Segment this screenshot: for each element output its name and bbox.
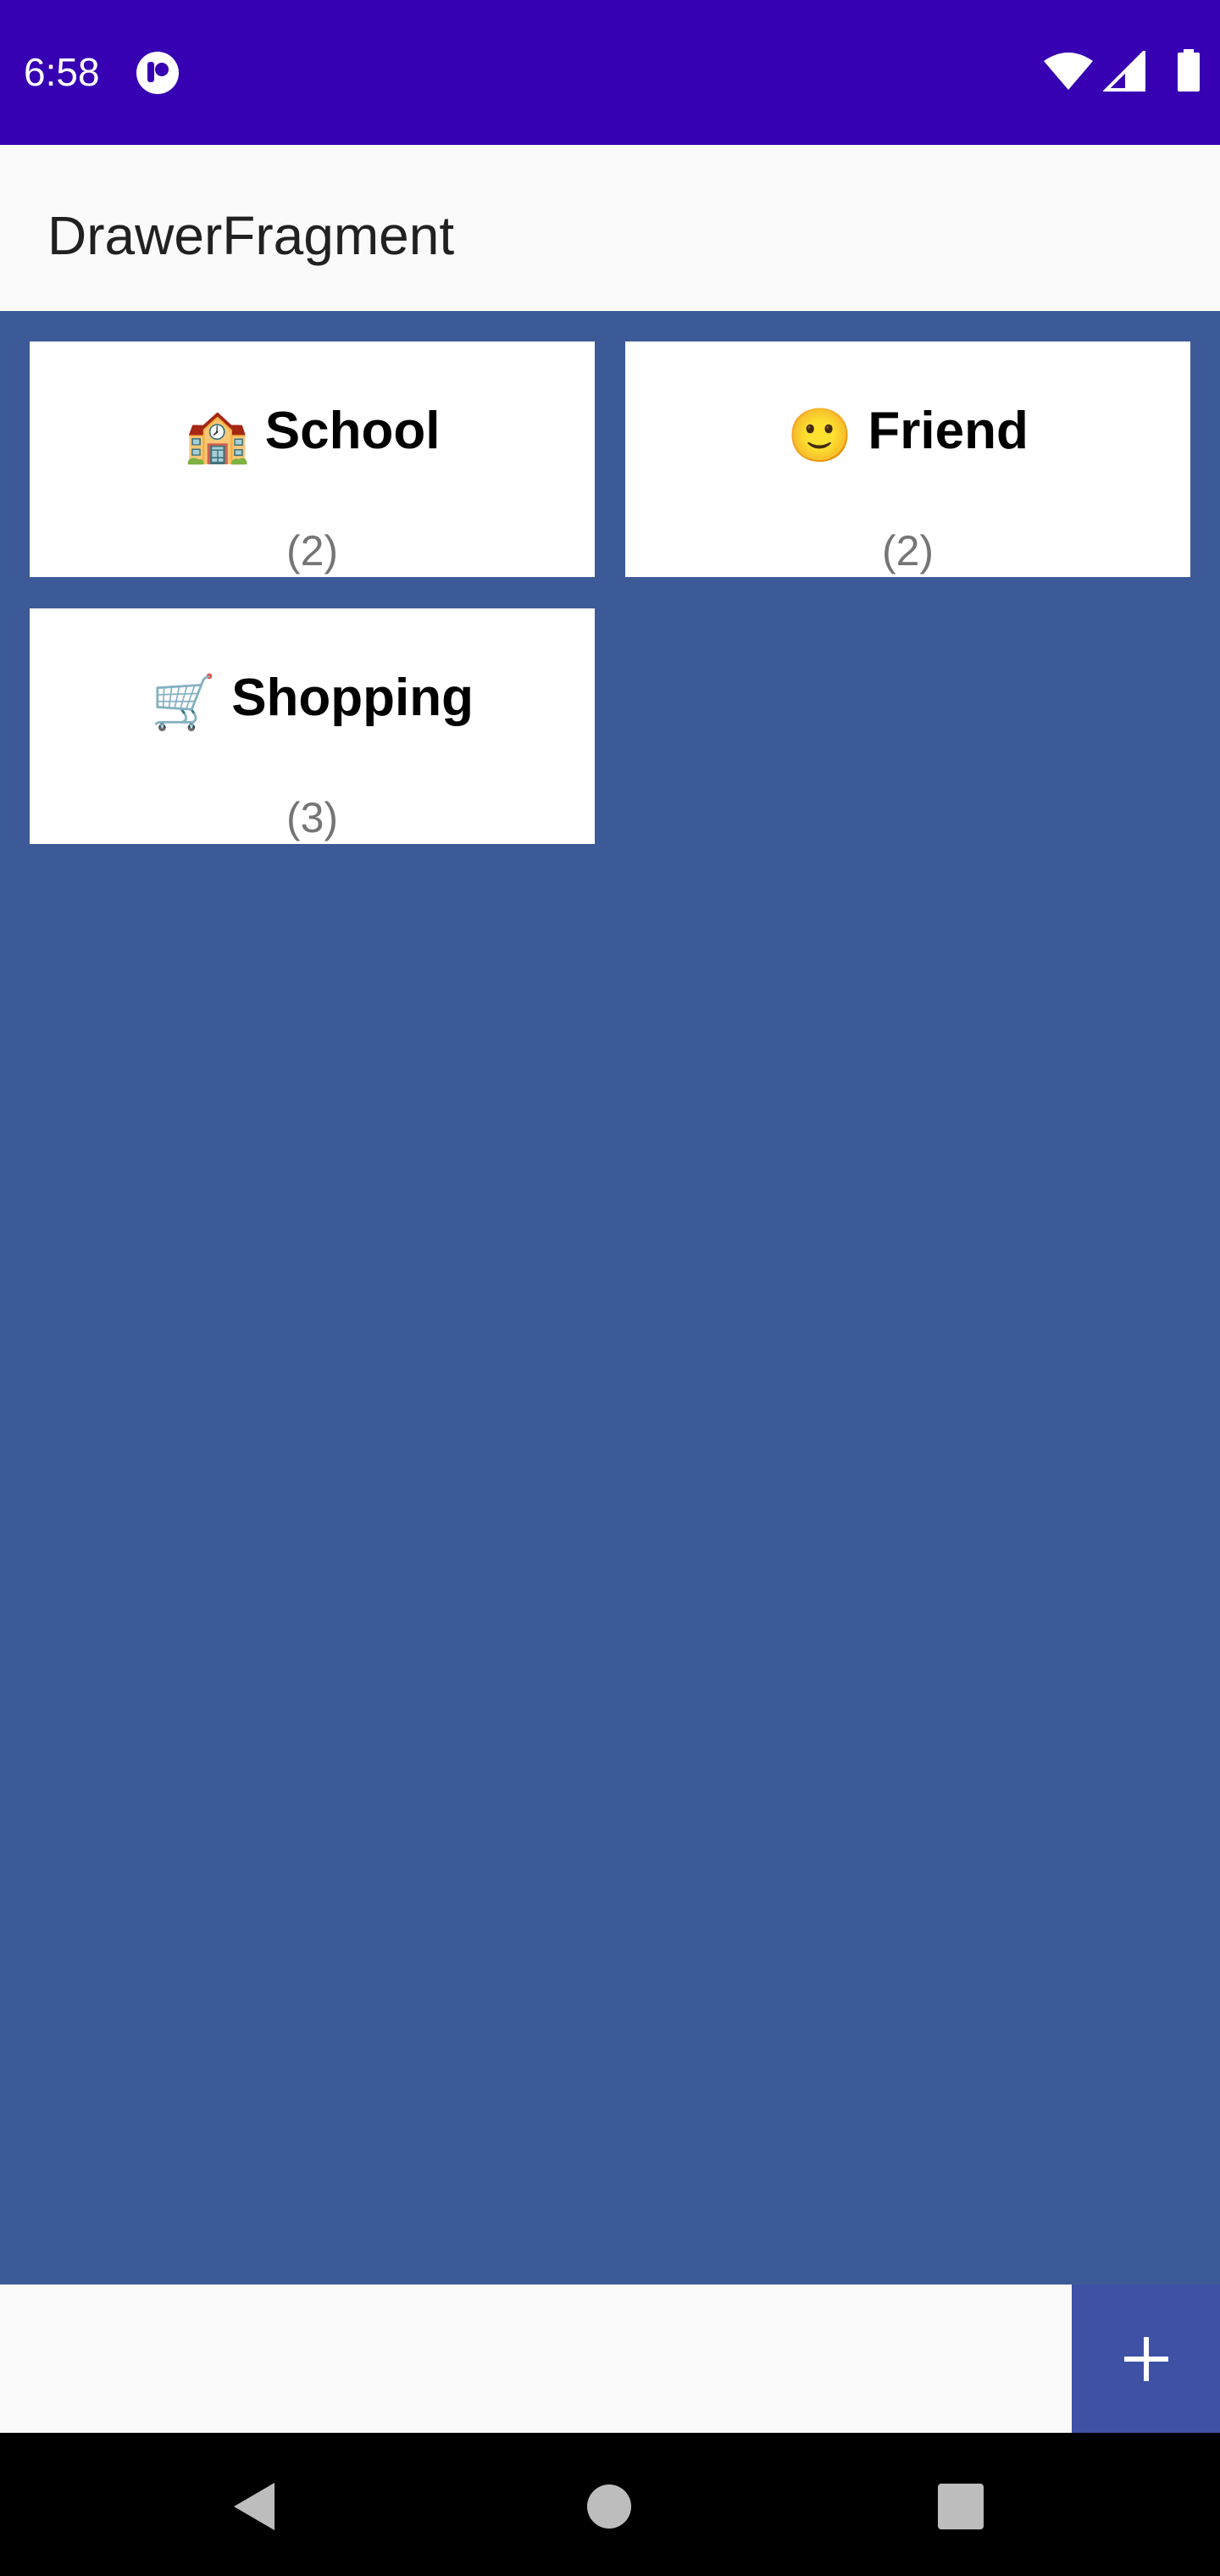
card-name: Friend [868,402,1029,460]
wifi-icon [1044,53,1093,90]
page-title: DrawerFragment [47,205,455,266]
card-name: School [264,402,441,460]
battery-icon [1178,49,1200,92]
category-card-school[interactable]: 🏫 School (2) [30,341,595,577]
back-icon[interactable] [230,2481,276,2532]
category-grid: 🏫 School (2) 🙂 Friend (2) 🛒 Shopping (3) [0,311,1220,2285]
recents-icon[interactable] [938,2484,984,2529]
cellular-signal-icon [1103,51,1145,92]
card-title: 🙂 Friend [625,401,1190,467]
plus-icon [1123,2336,1168,2381]
notification-app-icon [136,52,179,94]
school-icon: 🏫 [184,407,250,465]
card-count: (2) [881,527,934,575]
category-card-friend[interactable]: 🙂 Friend (2) [625,341,1190,577]
shopping-cart-icon: 🛒 [150,674,217,732]
app-bar: DrawerFragment [0,145,1220,311]
add-category-button[interactable] [1072,2285,1220,2433]
bottom-input-area[interactable] [0,2285,1072,2433]
category-card-shopping[interactable]: 🛒 Shopping (3) [30,608,595,844]
status-time: 6:58 [24,50,100,94]
status-bar: 6:58 [0,0,1220,145]
card-count: (2) [286,527,339,575]
smiley-icon: 🙂 [787,407,853,465]
card-count: (3) [286,794,339,841]
system-nav-bar [0,2433,1220,2576]
home-icon[interactable] [586,2484,632,2529]
card-name: Shopping [231,669,474,727]
card-title: 🛒 Shopping [30,668,595,734]
card-title: 🏫 School [30,401,595,467]
